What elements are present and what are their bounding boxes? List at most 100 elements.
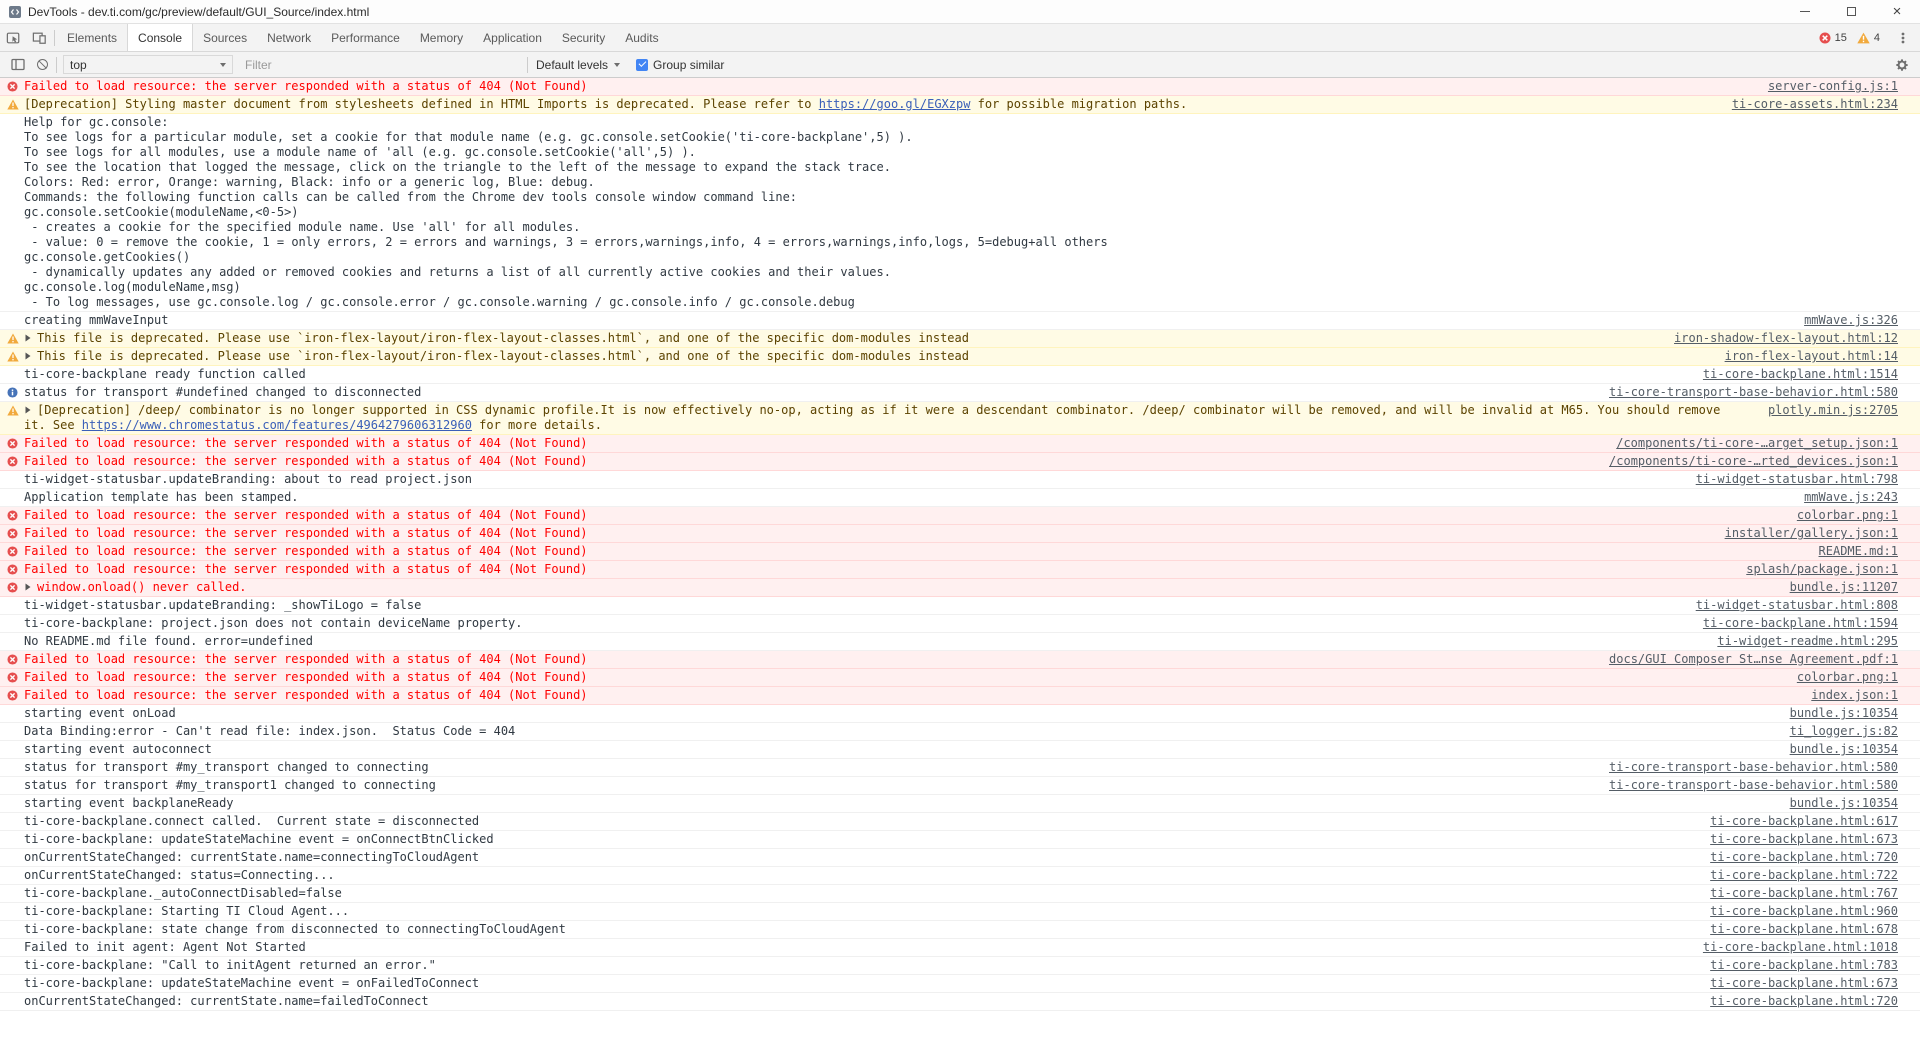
error-count-badge[interactable]: 15 <box>1819 32 1847 44</box>
warning-count-badge[interactable]: 4 <box>1857 32 1880 44</box>
message-text: onCurrentStateChanged: currentState.name… <box>24 994 429 1008</box>
console-message-log: ti-core-backplane.connect called. Curren… <box>0 813 1920 831</box>
message-text: starting event onLoad <box>24 706 176 720</box>
filter-input[interactable] <box>245 57 525 72</box>
source-location-link[interactable]: ti-widget-statusbar.html:798 <box>1696 472 1898 487</box>
expand-triangle-icon[interactable] <box>24 352 32 360</box>
clear-console-icon[interactable] <box>30 52 54 77</box>
source-location-link[interactable]: splash/package.json:1 <box>1746 562 1898 577</box>
source-location-link[interactable]: installer/gallery.json:1 <box>1725 526 1898 541</box>
source-location-link[interactable]: README.md:1 <box>1819 544 1898 559</box>
console-message-log: ti-core-backplane: project.json does not… <box>0 615 1920 633</box>
message-text: Failed to load resource: the server resp… <box>24 670 588 684</box>
expand-triangle-icon[interactable] <box>24 406 32 414</box>
console-message-error: Failed to load resource: the server resp… <box>0 543 1920 561</box>
source-location-link[interactable]: ti-widget-readme.html:295 <box>1717 634 1898 649</box>
source-location-link[interactable]: index.json:1 <box>1811 688 1898 703</box>
console-message-log: ti-core-backplane: "Call to initAgent re… <box>0 957 1920 975</box>
console-message-error: Failed to load resource: the server resp… <box>0 687 1920 705</box>
source-location-link[interactable]: ti-core-backplane.html:1514 <box>1703 367 1898 382</box>
context-selector[interactable]: top <box>63 55 233 74</box>
source-location-link[interactable]: ti-core-backplane.html:678 <box>1710 922 1898 937</box>
source-location-link[interactable]: ti-core-backplane.html:720 <box>1710 850 1898 865</box>
source-location-link[interactable]: bundle.js:10354 <box>1790 796 1898 811</box>
error-icon <box>7 510 18 521</box>
message-line: gc.console.getCookies() <box>24 250 191 264</box>
device-toolbar-icon[interactable] <box>26 24 52 51</box>
source-location-link[interactable]: bundle.js:10354 <box>1790 742 1898 757</box>
tab-audits[interactable]: Audits <box>615 24 668 51</box>
close-button[interactable]: × <box>1874 0 1920 23</box>
message-link[interactable]: https://goo.gl/EGXzpw <box>819 97 971 111</box>
console-message-error: Failed to load resource: the server resp… <box>0 561 1920 579</box>
maximize-button[interactable] <box>1828 0 1874 23</box>
tab-memory[interactable]: Memory <box>410 24 473 51</box>
message-line: Help for gc.console: <box>24 115 169 129</box>
expand-triangle-icon[interactable] <box>24 583 32 591</box>
source-location-link[interactable]: bundle.js:11207 <box>1790 580 1898 595</box>
source-location-link[interactable]: ti-core-backplane.html:673 <box>1710 976 1898 991</box>
source-location-link[interactable]: bundle.js:10354 <box>1790 706 1898 721</box>
source-location-link[interactable]: ti-core-backplane.html:783 <box>1710 958 1898 973</box>
source-location-link[interactable]: ti-core-transport-base-behavior.html:580 <box>1609 760 1898 775</box>
tab-console[interactable]: Console <box>127 24 194 51</box>
error-icon <box>7 528 18 539</box>
group-similar-checkbox[interactable]: Group similar <box>636 58 724 72</box>
message-line: To see logs for a particular module, set… <box>24 130 913 144</box>
tab-application[interactable]: Application <box>473 24 552 51</box>
message-text: This file is deprecated. Please use `iro… <box>24 331 1650 346</box>
source-location-link[interactable]: colorbar.png:1 <box>1797 508 1898 523</box>
source-location-link[interactable]: ti_logger.js:82 <box>1790 724 1898 739</box>
source-location-link[interactable]: colorbar.png:1 <box>1797 670 1898 685</box>
source-location-link[interactable]: ti-core-backplane.html:673 <box>1710 832 1898 847</box>
console-message-log: ti-core-backplane: updateStateMachine ev… <box>0 831 1920 849</box>
console-message-log: Failed to init agent: Agent Not Started t… <box>0 939 1920 957</box>
inspect-element-icon[interactable] <box>0 24 26 51</box>
console-sidebar-icon[interactable] <box>6 52 30 77</box>
source-location-link[interactable]: ti-core-backplane.html:722 <box>1710 868 1898 883</box>
tab-security[interactable]: Security <box>552 24 615 51</box>
message-link[interactable]: https://www.chromestatus.com/features/49… <box>82 418 472 432</box>
error-icon <box>7 546 18 557</box>
console-message-log: status for transport #my_transport chang… <box>0 759 1920 777</box>
console-message-log: ti-core-backplane: Starting TI Cloud Age… <box>0 903 1920 921</box>
main-menu-icon[interactable] <box>1890 31 1916 45</box>
source-location-link[interactable]: ti-core-assets.html:234 <box>1732 97 1898 112</box>
source-location-link[interactable]: ti-core-backplane.html:960 <box>1710 904 1898 919</box>
console-message-warning: [Deprecation] Styling master document fr… <box>0 96 1920 114</box>
minimize-button[interactable] <box>1782 0 1828 23</box>
source-location-link[interactable]: ti-core-backplane.html:617 <box>1710 814 1898 829</box>
source-location-link[interactable]: ti-core-backplane.html:720 <box>1710 994 1898 1009</box>
source-location-link[interactable]: ti-core-backplane.html:767 <box>1710 886 1898 901</box>
source-location-link[interactable]: iron-flex-layout.html:14 <box>1725 349 1898 364</box>
tab-network[interactable]: Network <box>257 24 321 51</box>
console-message-error: Failed to load resource: the server resp… <box>0 435 1920 453</box>
log-level-value: Default levels <box>536 57 609 72</box>
message-fragment: [Deprecation] Styling master document fr… <box>24 97 819 111</box>
tab-elements[interactable]: Elements <box>57 24 127 51</box>
source-location-link[interactable]: ti-core-transport-base-behavior.html:580 <box>1609 385 1898 400</box>
message-text: ti-core-backplane: "Call to initAgent re… <box>24 958 436 972</box>
message-text: ti-core-backplane._autoConnectDisabled=f… <box>24 886 342 900</box>
tab-sources[interactable]: Sources <box>193 24 257 51</box>
source-location-link[interactable]: mmWave.js:326 <box>1804 313 1898 328</box>
checkbox-checked-icon[interactable] <box>636 58 649 71</box>
tab-performance[interactable]: Performance <box>321 24 410 51</box>
source-location-link[interactable]: ti-widget-statusbar.html:808 <box>1696 598 1898 613</box>
source-location-link[interactable]: ti-core-backplane.html:1018 <box>1703 940 1898 955</box>
source-location-link[interactable]: mmWave.js:243 <box>1804 490 1898 505</box>
source-location-link[interactable]: ti-core-transport-base-behavior.html:580 <box>1609 778 1898 793</box>
source-location-link[interactable]: /components/ti-core-…arget_setup.json:1 <box>1616 436 1898 451</box>
console-settings-icon[interactable] <box>1890 52 1914 77</box>
source-location-link[interactable]: server-config.js:1 <box>1768 79 1898 94</box>
source-location-link[interactable]: ti-core-backplane.html:1594 <box>1703 616 1898 631</box>
source-location-link[interactable]: /components/ti-core-…rted_devices.json:1 <box>1609 454 1898 469</box>
message-fragment: for more details. <box>471 418 602 432</box>
warning-icon <box>1857 32 1870 44</box>
chevron-down-icon <box>220 62 226 67</box>
source-location-link[interactable]: iron-shadow-flex-layout.html:12 <box>1674 331 1898 346</box>
source-location-link[interactable]: docs/GUI Composer St…nse Agreement.pdf:1 <box>1609 652 1898 667</box>
source-location-link[interactable]: plotly.min.js:2705 <box>1768 403 1898 418</box>
log-level-selector[interactable]: Default levels <box>530 58 626 72</box>
expand-triangle-icon[interactable] <box>24 334 32 342</box>
